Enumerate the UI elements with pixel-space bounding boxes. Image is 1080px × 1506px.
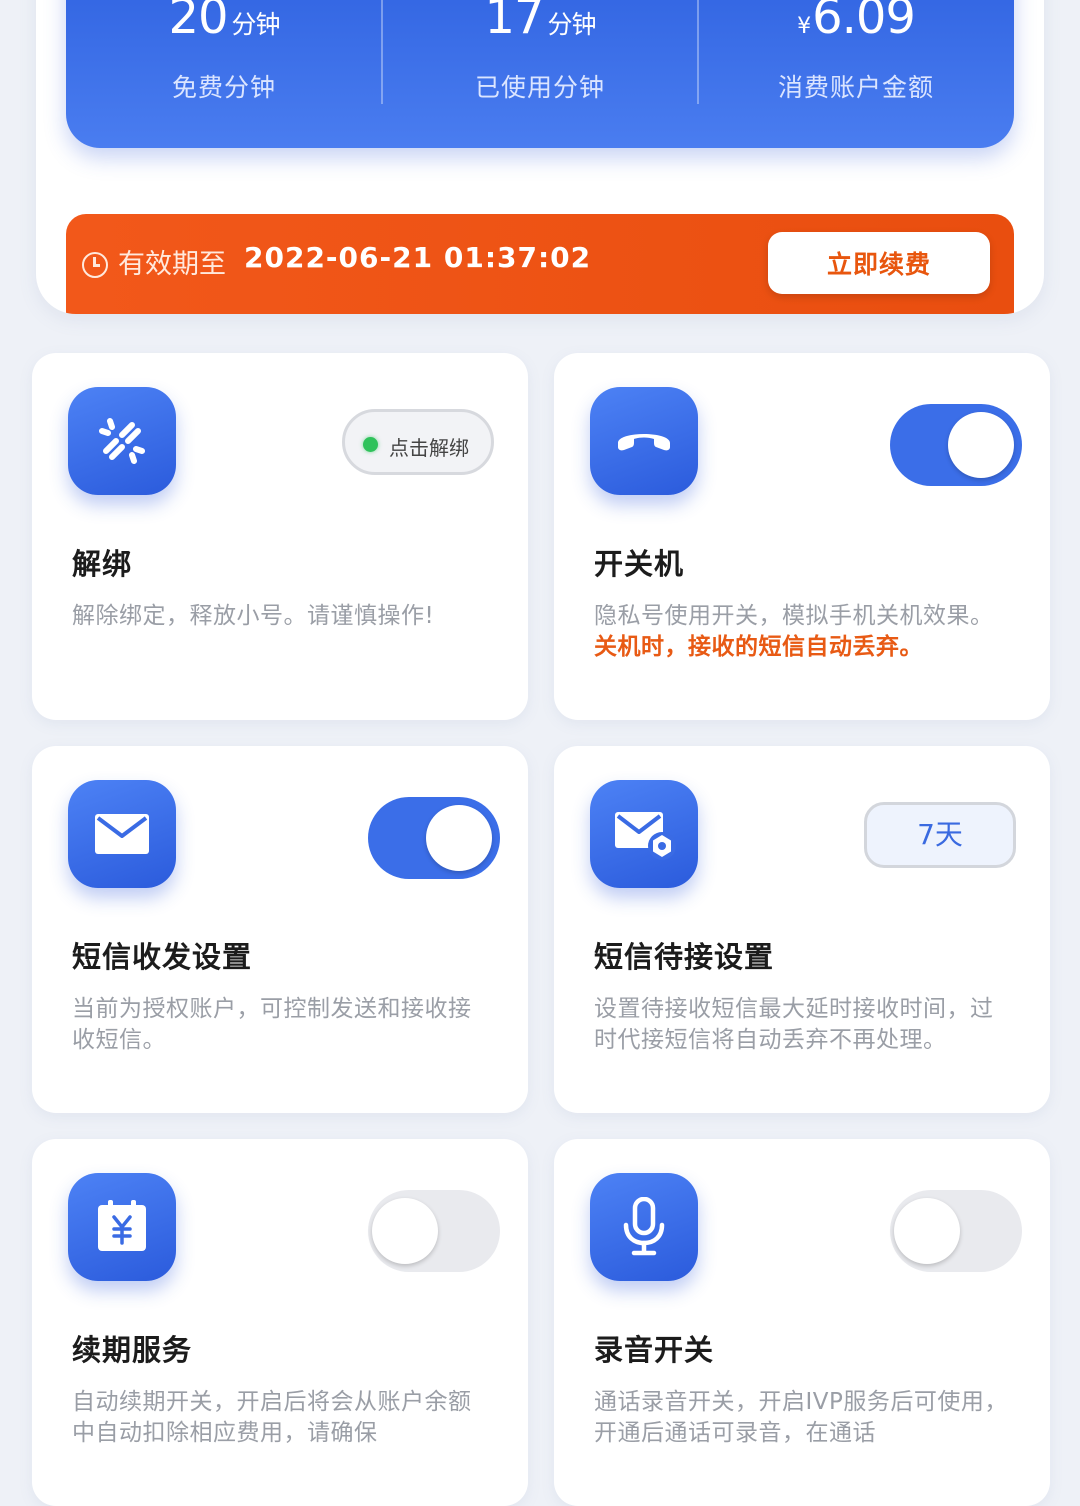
phone-hangup-icon <box>590 387 698 495</box>
toggle-knob <box>426 805 492 871</box>
sms-toggle[interactable] <box>368 797 500 879</box>
sms-pending-title: 短信待接设置 <box>594 940 775 974</box>
unbind-button-label: 点击解绑 <box>389 436 469 460</box>
balance-stat: ¥6.09 消费账户金额 <box>698 0 1014 148</box>
pending-days-selector[interactable]: 7天 <box>864 802 1016 868</box>
unbind-description: 解除绑定，释放小号。请谨慎操作! <box>72 603 435 629</box>
currency-symbol: ¥ <box>797 14 811 39</box>
renewal-title: 续期服务 <box>72 1333 193 1367</box>
free-minutes-stat: 20 分钟 免费分钟 <box>66 0 382 148</box>
sms-settings-title: 短信收发设置 <box>72 940 253 974</box>
microphone-icon <box>590 1173 698 1281</box>
renewal-description: 自动续期开关，开启后将会从账户余额中自动扣除相应费用，请确保 <box>72 1389 472 1446</box>
unbind-title: 解绑 <box>72 547 133 581</box>
sms-pending-description: 设置待接收短信最大延时接收时间，过时代接短信将自动丢弃不再处理。 <box>594 996 994 1053</box>
toggle-knob <box>894 1198 960 1264</box>
unbind-card[interactable]: 点击解绑 解绑 解除绑定，释放小号。请谨慎操作! <box>32 353 528 720</box>
free-minutes-unit: 分钟 <box>231 10 281 39</box>
balance-label: 消费账户金额 <box>777 73 934 102</box>
status-dot-icon <box>363 437 378 452</box>
recording-card: 录音开关 通话录音开关，开启IVP服务后可使用，开通后通话可录音，在通话 <box>554 1139 1050 1506</box>
usage-stats-banner: 20 分钟 免费分钟 17 分钟 已使用分钟 ¥6.09 消费账户金额 <box>66 0 1014 148</box>
recording-toggle[interactable] <box>890 1190 1022 1272</box>
broken-link-icon <box>68 387 176 495</box>
renewal-card: 续期服务 自动续期开关，开启后将会从账户余额中自动扣除相应费用，请确保 <box>32 1139 528 1506</box>
unbind-button[interactable]: 点击解绑 <box>342 409 494 475</box>
power-warning-text: 关机时，接收的短信自动丢弃。 <box>594 634 923 660</box>
recording-title: 录音开关 <box>594 1333 715 1367</box>
power-toggle[interactable] <box>890 404 1022 486</box>
power-description-text: 隐私号使用开关，模拟手机关机效果。 <box>594 603 994 629</box>
used-minutes-label: 已使用分钟 <box>474 73 605 102</box>
power-description: 隐私号使用开关，模拟手机关机效果。关机时，接收的短信自动丢弃。 <box>594 601 1014 663</box>
free-minutes-label: 免费分钟 <box>171 73 276 102</box>
sms-settings-card: 短信收发设置 当前为授权账户，可控制发送和接收接收短信。 <box>32 746 528 1113</box>
used-minutes-value: 17 <box>484 0 544 45</box>
account-summary-card: 20 分钟 免费分钟 17 分钟 已使用分钟 ¥6.09 消费账户金额 有效期至 2… <box>36 0 1044 314</box>
calendar-yuan-icon <box>68 1173 176 1281</box>
envelope-icon <box>68 780 176 888</box>
sms-settings-description: 当前为授权账户，可控制发送和接收接收短信。 <box>72 996 472 1053</box>
used-minutes-unit: 分钟 <box>547 10 597 39</box>
toggle-knob <box>948 412 1014 478</box>
sms-pending-card: 7天 短信待接设置 设置待接收短信最大延时接收时间，过时代接短信将自动丢弃不再处… <box>554 746 1050 1113</box>
power-card: 开关机 隐私号使用开关，模拟手机关机效果。关机时，接收的短信自动丢弃。 <box>554 353 1050 720</box>
power-title: 开关机 <box>594 547 685 581</box>
clock-icon <box>82 252 108 278</box>
used-minutes-stat: 17 分钟 已使用分钟 <box>382 0 698 148</box>
expiry-label: 有效期至 <box>118 249 226 280</box>
expiry-bar: 有效期至 2022-06-21 01:37:02 立即续费 <box>66 214 1014 314</box>
envelope-gear-icon <box>590 780 698 888</box>
renewal-toggle[interactable] <box>368 1190 500 1272</box>
expiry-date: 2022-06-21 01:37:02 <box>244 241 592 274</box>
renew-button[interactable]: 立即续费 <box>768 232 990 294</box>
free-minutes-value: 20 <box>168 0 228 45</box>
balance-value: 6.09 <box>812 0 916 45</box>
recording-description: 通话录音开关，开启IVP服务后可使用，开通后通话可录音，在通话 <box>594 1389 1008 1446</box>
toggle-knob <box>372 1198 438 1264</box>
